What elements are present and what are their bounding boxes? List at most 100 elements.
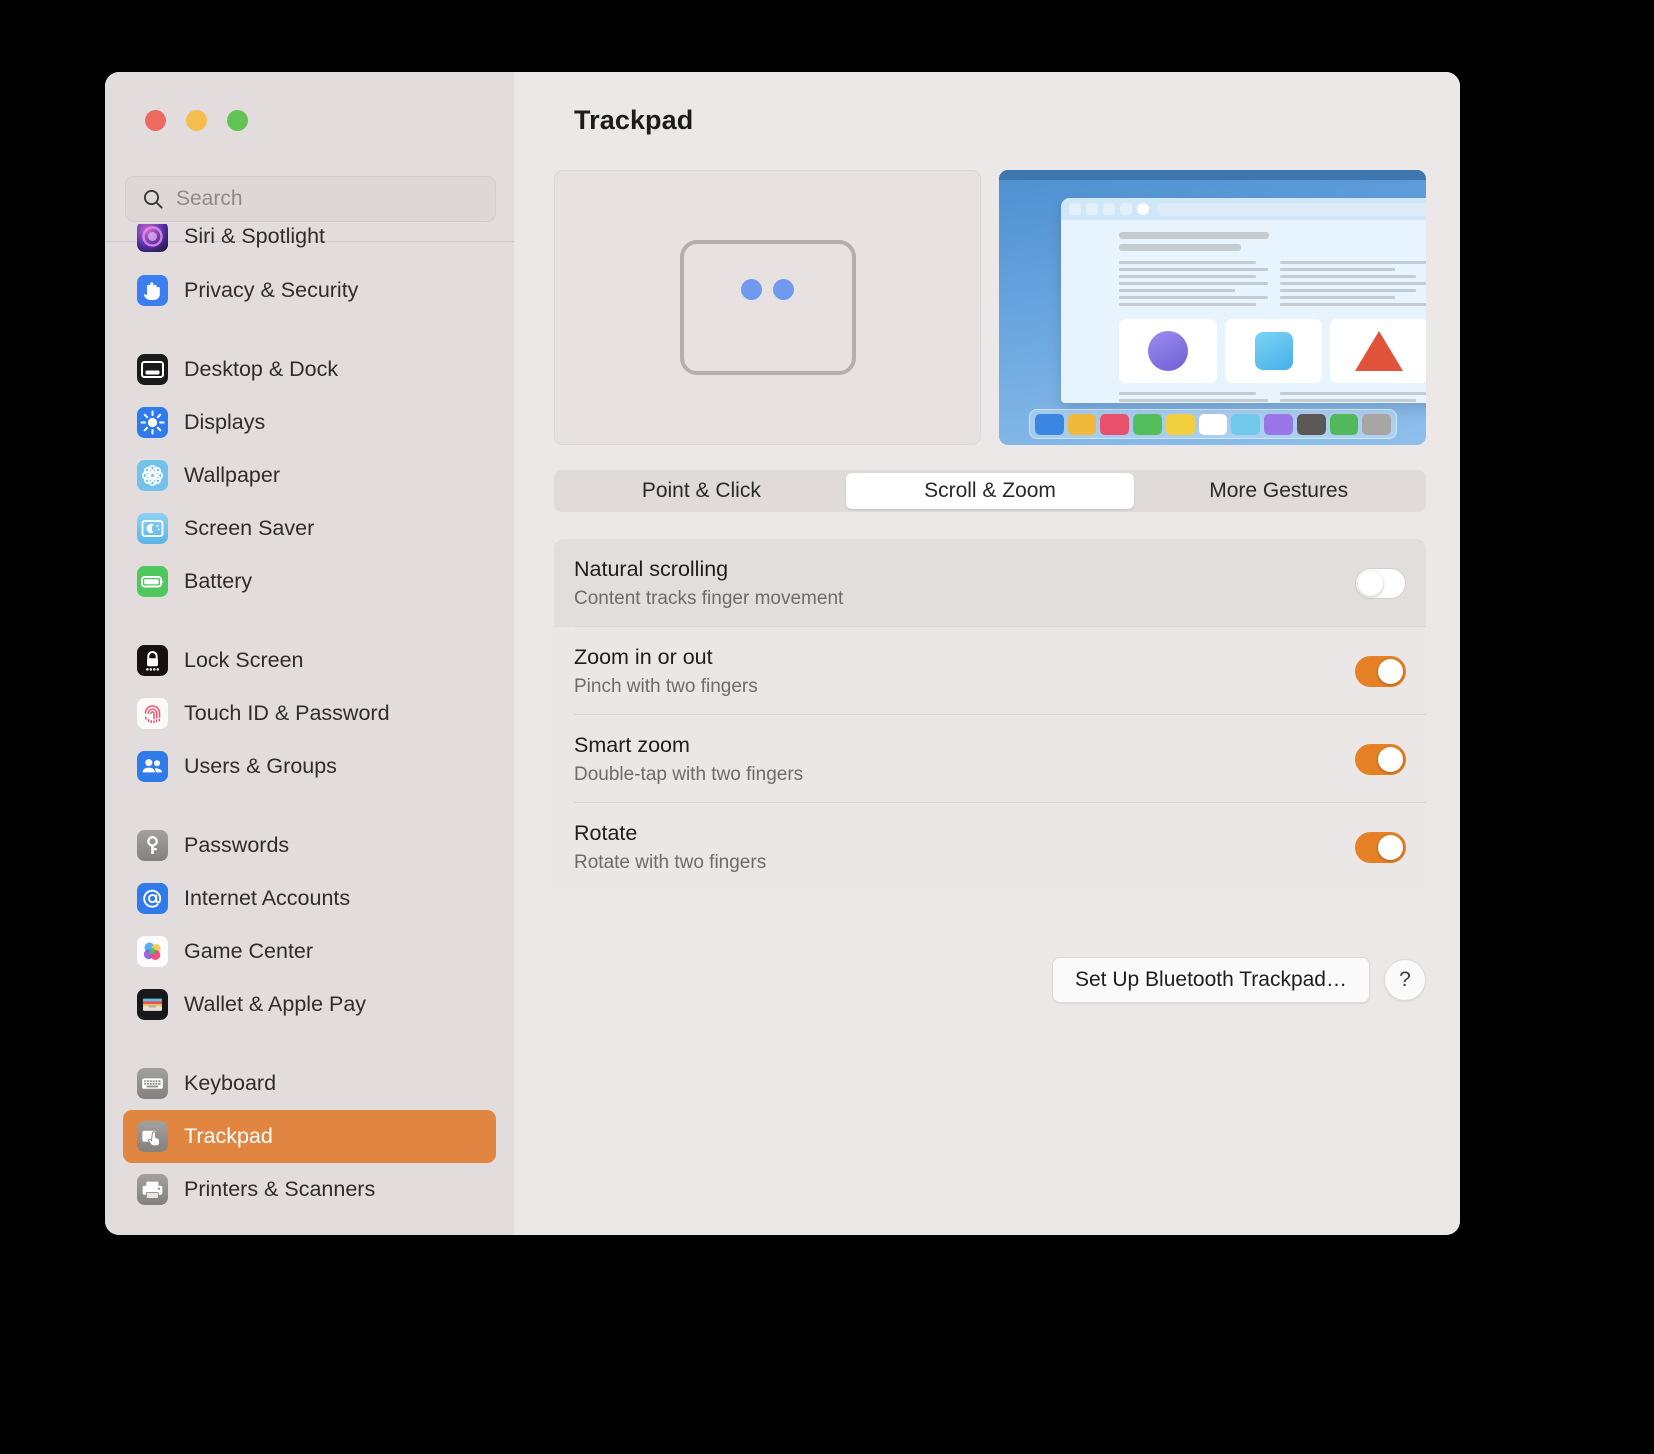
- sidebar-item-displays[interactable]: Displays: [123, 396, 496, 449]
- sidebar-group-gap: [105, 793, 514, 819]
- sidebar-item-label: Passwords: [184, 833, 289, 858]
- setting-text: Zoom in or out Pinch with two fingers: [574, 645, 1355, 698]
- sidebar-item-printers-scanners[interactable]: Printers & Scanners: [123, 1163, 496, 1216]
- sidebar-item-label: Keyboard: [184, 1071, 276, 1096]
- moon-stars-icon: [137, 513, 168, 544]
- setting-title: Smart zoom: [574, 733, 1355, 758]
- minimize-button[interactable]: [186, 110, 207, 131]
- dock-app-icon: [1166, 414, 1195, 435]
- preview-row: [554, 170, 1426, 445]
- search-field[interactable]: Search: [125, 176, 496, 222]
- demo-window-toolbar: [1061, 198, 1426, 220]
- sidebar-item-siri-spotlight[interactable]: Siri & Spotlight: [123, 224, 496, 263]
- toggle-natural-scrolling[interactable]: [1355, 568, 1406, 599]
- settings-card: Natural scrolling Content tracks finger …: [554, 539, 1426, 891]
- setting-title: Rotate: [574, 821, 1355, 846]
- sidebar-item-users-groups[interactable]: Users & Groups: [123, 740, 496, 793]
- sidebar-item-passwords[interactable]: Passwords: [123, 819, 496, 872]
- page-title: Trackpad: [574, 105, 693, 136]
- setting-row-rotate[interactable]: Rotate Rotate with two fingers: [554, 803, 1426, 891]
- setting-subtitle: Content tracks finger movement: [574, 588, 1355, 610]
- setting-title: Natural scrolling: [574, 557, 1355, 582]
- lock-icon: [137, 645, 168, 676]
- finger-dot: [741, 279, 762, 300]
- detail-pane: Trackpad: [514, 72, 1460, 1235]
- close-button[interactable]: [145, 110, 166, 131]
- sidebar-item-label: Printers & Scanners: [184, 1177, 375, 1202]
- demo-column: [1119, 261, 1268, 310]
- sidebar-item-label: Touch ID & Password: [184, 701, 390, 726]
- sidebar-item-label: Game Center: [184, 939, 313, 964]
- setting-row-zoom-in-or-out[interactable]: Zoom in or out Pinch with two fingers: [554, 627, 1426, 715]
- sidebar-item-internet-accounts[interactable]: Internet Accounts: [123, 872, 496, 925]
- sidebar-item-trackpad[interactable]: Trackpad: [123, 1110, 496, 1163]
- sidebar-item-touch-id[interactable]: Touch ID & Password: [123, 687, 496, 740]
- demo-video-panel: [999, 170, 1426, 445]
- sidebar-item-label: Screen Saver: [184, 516, 314, 541]
- sidebar-item-wallet-apple-pay[interactable]: Wallet & Apple Pay: [123, 978, 496, 1031]
- system-settings-window: Search Siri & Spotlight: [105, 72, 1460, 1235]
- sidebar-item-privacy-security[interactable]: Privacy & Security: [123, 264, 496, 317]
- siri-icon: [137, 224, 168, 252]
- dock-app-icon: [1068, 414, 1097, 435]
- demo-headline: [1119, 232, 1269, 239]
- demo-toolbar-dot: [1120, 203, 1132, 215]
- sidebar-item-keyboard[interactable]: Keyboard: [123, 1057, 496, 1110]
- sidebar-item-lock-screen[interactable]: Lock Screen: [123, 634, 496, 687]
- trackpad-icon: [137, 1121, 168, 1152]
- toggle-knob: [1378, 659, 1403, 684]
- demo-desktop-topbar: [999, 170, 1426, 180]
- sidebar-scroll-area[interactable]: Siri & Spotlight Privacy & Security: [105, 224, 514, 1235]
- setting-subtitle: Pinch with two fingers: [574, 676, 1355, 698]
- demo-text-columns: [1119, 261, 1426, 310]
- maximize-button[interactable]: [227, 110, 248, 131]
- sidebar-item-wallpaper[interactable]: Wallpaper: [123, 449, 496, 502]
- tab-more-gestures[interactable]: More Gestures: [1134, 473, 1423, 509]
- toggle-smart-zoom[interactable]: [1355, 744, 1406, 775]
- footer-actions: Set Up Bluetooth Trackpad… ?: [554, 957, 1426, 1003]
- tab-scroll-zoom[interactable]: Scroll & Zoom: [846, 473, 1135, 509]
- toggle-rotate[interactable]: [1355, 832, 1406, 863]
- demo-card-circle: [1119, 319, 1217, 383]
- square-shape-icon: [1255, 332, 1293, 370]
- demo-shape-cards: [1119, 319, 1426, 383]
- sidebar-item-label: Internet Accounts: [184, 886, 350, 911]
- demo-dock: [1029, 409, 1397, 439]
- search-placeholder: Search: [176, 187, 243, 211]
- dock-app-icon: [1264, 414, 1293, 435]
- gesture-diagram-panel: [554, 170, 981, 445]
- sidebar-item-label: Users & Groups: [184, 754, 337, 779]
- sidebar-item-battery[interactable]: Battery: [123, 555, 496, 608]
- setting-row-smart-zoom[interactable]: Smart zoom Double-tap with two fingers: [554, 715, 1426, 803]
- demo-toolbar-dot: [1086, 203, 1098, 215]
- setting-subtitle: Double-tap with two fingers: [574, 764, 1355, 786]
- toggle-knob: [1378, 835, 1403, 860]
- demo-toolbar-dot: [1103, 203, 1115, 215]
- dock-app-icon: [1297, 414, 1326, 435]
- demo-window-content: [1061, 220, 1426, 403]
- sidebar-item-desktop-dock[interactable]: Desktop & Dock: [123, 343, 496, 396]
- dock-app-icon: [1330, 414, 1359, 435]
- setting-row-natural-scrolling[interactable]: Natural scrolling Content tracks finger …: [554, 539, 1426, 627]
- toggle-knob: [1358, 571, 1383, 596]
- trackpad-outline: [680, 240, 856, 375]
- sidebar-item-label: Battery: [184, 569, 252, 594]
- sidebar-item-label: Privacy & Security: [184, 278, 358, 303]
- printer-icon: [137, 1174, 168, 1205]
- toggle-zoom-in-or-out[interactable]: [1355, 656, 1406, 687]
- circle-shape-icon: [1148, 331, 1188, 371]
- set-up-bluetooth-trackpad-button[interactable]: Set Up Bluetooth Trackpad…: [1052, 957, 1370, 1003]
- sidebar: Search Siri & Spotlight: [105, 72, 514, 1235]
- sidebar-list: Siri & Spotlight Privacy & Security: [105, 224, 514, 1216]
- dock-app-icon: [1035, 414, 1064, 435]
- traffic-lights: [145, 110, 248, 131]
- demo-subheadline: [1119, 244, 1241, 251]
- dock-app-icon: [1199, 414, 1228, 435]
- tab-point-click[interactable]: Point & Click: [557, 473, 846, 509]
- demo-toolbar-dot: [1069, 203, 1081, 215]
- sidebar-item-label: Displays: [184, 410, 265, 435]
- sidebar-item-game-center[interactable]: Game Center: [123, 925, 496, 978]
- help-button[interactable]: ?: [1384, 959, 1426, 1001]
- sidebar-item-screen-saver[interactable]: Screen Saver: [123, 502, 496, 555]
- sidebar-item-label: Siri & Spotlight: [184, 224, 325, 249]
